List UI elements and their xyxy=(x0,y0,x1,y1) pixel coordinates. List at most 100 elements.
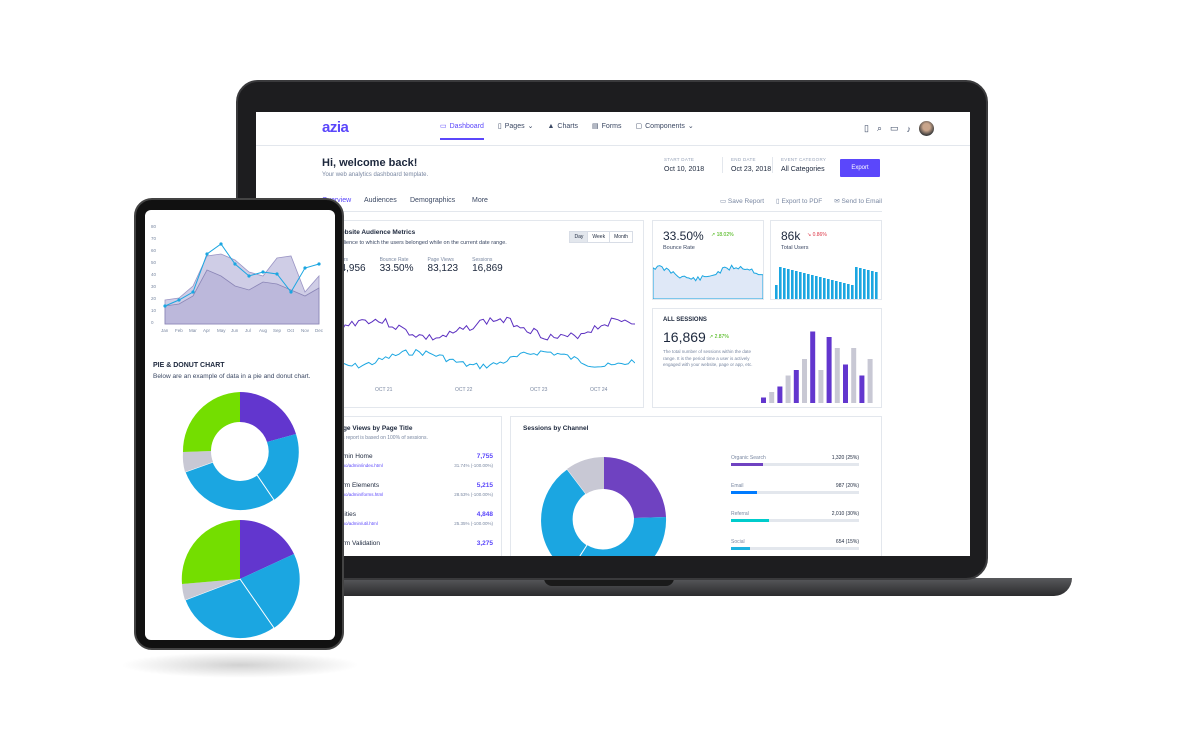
sessions-bar xyxy=(802,359,807,403)
users-bar xyxy=(847,284,850,299)
page-title: Hi, welcome back! xyxy=(322,157,418,169)
y-axis: 80 70 60 50 40 30 20 10 0 xyxy=(151,224,157,325)
sessions-bar xyxy=(777,386,783,403)
dashboard-icon: ▭ xyxy=(440,123,447,130)
sessions-bar xyxy=(843,364,848,403)
bounce-change-value: 18.02% xyxy=(716,232,734,238)
users-label: Total Users xyxy=(781,245,809,251)
audience-metrics: Users44,956 Bounce Rate33.50% Page Views… xyxy=(335,257,503,274)
export-button[interactable]: Export xyxy=(840,159,880,177)
logo[interactable]: azia xyxy=(322,119,349,136)
pageviews-title: Page Views by Page Title xyxy=(335,425,413,432)
bell-icon[interactable]: ♪ xyxy=(907,124,912,134)
sessions-bar xyxy=(859,375,865,403)
users-bar xyxy=(779,267,782,299)
audience-metrics-card: Website Audience Metrics Audience to whi… xyxy=(322,220,644,408)
chevron-down-icon: ⌄ xyxy=(687,123,694,130)
nav-charts[interactable]: ▲ Charts xyxy=(547,122,578,136)
export-pdf-button[interactable]: ▯ Export to PDF xyxy=(776,197,822,205)
document-icon[interactable]: ▯ xyxy=(864,123,869,134)
sessions-value: 16,869 xyxy=(663,329,706,345)
chat-icon[interactable]: ▭ xyxy=(890,123,899,134)
sessions-change: ↗ 2.87% xyxy=(709,334,729,340)
bounce-change: ↗ 18.02% xyxy=(711,232,734,238)
phone-pie-chart xyxy=(181,519,300,640)
bounce-label: Bounce Rate xyxy=(663,245,695,251)
sessions-by-channel-card: Sessions by Channel Organic Search 1,320 … xyxy=(510,416,882,556)
users-bar xyxy=(811,275,814,299)
line-point xyxy=(163,304,167,308)
nav-components[interactable]: ▢ Components ⌄ xyxy=(636,122,694,136)
metric-value: 33.50% xyxy=(379,263,414,274)
end-date-value: Oct 23, 2018 xyxy=(731,166,772,173)
channel-value: 654 (15%) xyxy=(835,539,859,545)
chevron-down-icon: ⌄ xyxy=(527,123,534,130)
page-title-text: Utilities xyxy=(335,511,356,518)
start-date[interactable]: START DATE Oct 10, 2018 xyxy=(664,157,704,173)
channel-row: Referral 2,010 (30%) xyxy=(731,511,859,539)
sessions-bar xyxy=(834,348,840,403)
pageviews-subtitle: This report is based on 100% of sessions… xyxy=(335,435,428,441)
users-bar xyxy=(823,278,826,299)
users-value: 86k xyxy=(781,229,801,243)
channel-row: Social 654 (15%) xyxy=(731,539,859,556)
sessions-description: The total number of sessions within the … xyxy=(663,349,753,367)
y-tick-label: 0 xyxy=(151,320,154,325)
sessions-change-value: 2.87% xyxy=(714,334,729,340)
donut-slice-organic xyxy=(604,457,666,518)
x-tick-label: Nov xyxy=(301,328,310,333)
channel-value: 1,320 (25%) xyxy=(831,455,859,461)
event-category[interactable]: EVENT CATEGORY All Categories xyxy=(772,157,826,173)
nav-pages[interactable]: ▯ Pages ⌄ xyxy=(498,122,534,136)
users-bar-group xyxy=(775,267,878,299)
users-bar xyxy=(791,270,794,299)
users-bar xyxy=(875,272,878,299)
list-item[interactable]: Admin Home /demo/admin/index.html 7,755 … xyxy=(335,453,493,482)
users-bar xyxy=(815,276,818,299)
end-date[interactable]: END DATE Oct 23, 2018 xyxy=(722,157,771,173)
page-views-value: 4,848 xyxy=(476,511,493,518)
list-item[interactable]: Form Validation 3,275 xyxy=(335,540,493,556)
nav-label: Charts xyxy=(557,122,579,130)
save-report-label: Save Report xyxy=(727,198,765,205)
nav-dashboard[interactable]: ▭ Dashboard xyxy=(440,122,484,140)
send-email-button[interactable]: ✉ Send to Email xyxy=(834,197,882,205)
metric-pageviews: Page Views 83,123 xyxy=(428,257,459,274)
users-bar xyxy=(807,274,810,299)
users-bar xyxy=(855,267,858,299)
toggle-week[interactable]: Week xyxy=(587,232,609,242)
start-date-value: Oct 10, 2018 xyxy=(664,166,705,173)
progress-fill xyxy=(731,463,763,466)
audience-series-1 xyxy=(335,316,635,341)
toggle-day[interactable]: Day xyxy=(570,232,588,242)
search-icon[interactable]: ⌕ xyxy=(877,123,882,134)
tab-demographics[interactable]: Demographics xyxy=(410,197,455,204)
channel-label: Social xyxy=(731,539,745,545)
save-report-button[interactable]: ▭ Save Report xyxy=(720,197,764,205)
list-item[interactable]: Utilities /demo/admin/util.html 4,848 25… xyxy=(335,511,493,540)
tab-bar: Overview Audiences Demographics More ▭ S… xyxy=(322,194,882,212)
nav-label: Components xyxy=(645,122,685,130)
tab-audiences[interactable]: Audiences xyxy=(364,197,397,204)
x-tick-label: May xyxy=(217,328,226,333)
nav-forms[interactable]: ▤ Forms xyxy=(592,122,621,136)
list-item[interactable]: Form Elements /demo/admin/forms.html 5,2… xyxy=(335,482,493,511)
y-tick-label: 50 xyxy=(151,260,157,265)
bounce-rate-card: 33.50% ↗ 18.02% Bounce Rate xyxy=(652,220,764,300)
page-views-value: 7,755 xyxy=(476,453,493,460)
users-bar xyxy=(871,271,874,299)
phone-shadow xyxy=(120,652,360,678)
page-title-text: Form Validation xyxy=(335,540,381,547)
phone: 80 70 60 50 40 30 20 10 0 Jan Feb Mar Apr May Jun Jul A… xyxy=(134,198,344,650)
toggle-month[interactable]: Month xyxy=(609,232,632,242)
users-change: ↘ 0.86% xyxy=(807,232,827,238)
save-icon: ▭ xyxy=(719,198,728,205)
pie-title: PIE & DONUT CHART xyxy=(153,362,225,369)
tab-more[interactable]: More xyxy=(472,197,488,204)
line-point xyxy=(205,252,209,256)
avatar[interactable] xyxy=(919,121,934,136)
start-date-label: START DATE xyxy=(664,157,695,162)
metric-value: 83,123 xyxy=(427,263,459,274)
channel-row-labels: Email 987 (20%) xyxy=(731,483,859,489)
sessions-bar-chart xyxy=(761,331,873,403)
